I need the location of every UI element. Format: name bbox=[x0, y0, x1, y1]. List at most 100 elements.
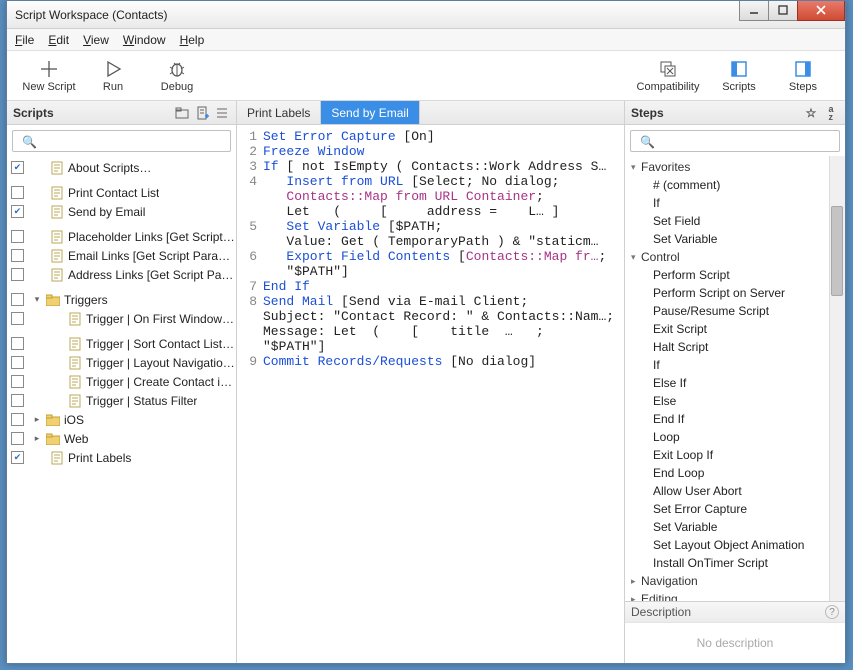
new-folder-icon[interactable] bbox=[174, 105, 190, 121]
close-button[interactable] bbox=[797, 1, 845, 21]
editor-line[interactable]: Message: Let ( [ title … ; bbox=[237, 324, 624, 339]
editor-line[interactable]: 9Commit Records/Requests [No dialog] bbox=[237, 354, 624, 369]
compatibility-button[interactable]: Compatibility bbox=[629, 59, 707, 93]
editor-line[interactable]: Let ( [ address = L… ] bbox=[237, 204, 624, 219]
visibility-checkbox[interactable] bbox=[11, 268, 24, 281]
step-item[interactable]: Set Field bbox=[625, 212, 845, 230]
menu-file[interactable]: File bbox=[15, 33, 34, 47]
visibility-checkbox[interactable] bbox=[11, 312, 24, 325]
step-item[interactable]: # (comment) bbox=[625, 176, 845, 194]
menu-view[interactable]: View bbox=[83, 33, 109, 47]
step-item[interactable]: End If bbox=[625, 410, 845, 428]
editor-line[interactable]: Contacts::Map from URL Container; bbox=[237, 189, 624, 204]
menu-window[interactable]: Window bbox=[123, 33, 166, 47]
new-script-icon[interactable] bbox=[194, 105, 210, 121]
folder-row[interactable]: ▸iOS bbox=[7, 410, 236, 429]
visibility-checkbox[interactable] bbox=[11, 230, 24, 243]
run-button[interactable]: Run bbox=[81, 59, 145, 93]
script-row[interactable]: Trigger | Status Filter bbox=[7, 391, 236, 410]
folder-row[interactable]: ▾Triggers bbox=[7, 290, 236, 309]
scripts-toggle-button[interactable]: Scripts bbox=[707, 59, 771, 93]
steps-toggle-button[interactable]: Steps bbox=[771, 59, 835, 93]
step-item[interactable]: Set Variable bbox=[625, 518, 845, 536]
editor-line[interactable]: 7End If bbox=[237, 279, 624, 294]
steps-list[interactable]: ▾Favorites# (comment)IfSet FieldSet Vari… bbox=[625, 156, 845, 601]
script-row[interactable]: Trigger | Layout Navigatio… bbox=[7, 353, 236, 372]
editor-line[interactable]: 8Send Mail [Send via E-mail Client; bbox=[237, 294, 624, 309]
step-group-header[interactable]: ▸Navigation bbox=[625, 572, 845, 590]
help-icon[interactable]: ? bbox=[825, 605, 839, 619]
visibility-checkbox[interactable] bbox=[11, 186, 24, 199]
step-item[interactable]: Set Layout Object Animation bbox=[625, 536, 845, 554]
script-row[interactable]: Placeholder Links [Get Script P… bbox=[7, 227, 236, 246]
favorite-star-icon[interactable]: ☆ bbox=[803, 105, 819, 121]
step-item[interactable]: Else bbox=[625, 392, 845, 410]
step-group-header[interactable]: ▸Editing bbox=[625, 590, 845, 601]
script-row[interactable]: Print Contact List bbox=[7, 183, 236, 202]
editor-line[interactable]: 1Set Error Capture [On] bbox=[237, 129, 624, 144]
new-script-button[interactable]: New Script bbox=[17, 59, 81, 93]
script-editor[interactable]: 1Set Error Capture [On]2Freeze Window3If… bbox=[237, 125, 624, 663]
minimize-button[interactable] bbox=[739, 1, 769, 21]
visibility-checkbox[interactable] bbox=[11, 161, 24, 174]
visibility-checkbox[interactable] bbox=[11, 375, 24, 388]
script-row[interactable]: Address Links [Get Script Para… bbox=[7, 265, 236, 284]
steps-search-input[interactable] bbox=[630, 130, 840, 152]
editor-line[interactable]: 5 Set Variable [$PATH; bbox=[237, 219, 624, 234]
editor-line[interactable]: 3If [ not IsEmpty ( Contacts::Work Addre… bbox=[237, 159, 624, 174]
debug-button[interactable]: Debug bbox=[145, 59, 209, 93]
list-view-icon[interactable] bbox=[214, 105, 230, 121]
sort-az-icon[interactable]: az bbox=[823, 105, 839, 121]
step-item[interactable]: Install OnTimer Script bbox=[625, 554, 845, 572]
editor-line[interactable]: "$PATH"] bbox=[237, 264, 624, 279]
folder-row[interactable]: ▸Web bbox=[7, 429, 236, 448]
menu-edit[interactable]: Edit bbox=[48, 33, 69, 47]
scripts-tree[interactable]: About Scripts…Print Contact ListSend by … bbox=[7, 156, 236, 663]
step-item[interactable]: Set Variable bbox=[625, 230, 845, 248]
step-item[interactable]: End Loop bbox=[625, 464, 845, 482]
step-item[interactable]: Pause/Resume Script bbox=[625, 302, 845, 320]
step-item[interactable]: Set Error Capture bbox=[625, 500, 845, 518]
editor-line[interactable]: 2Freeze Window bbox=[237, 144, 624, 159]
scripts-search-input[interactable] bbox=[12, 130, 231, 152]
visibility-checkbox[interactable] bbox=[11, 249, 24, 262]
step-item[interactable]: Exit Script bbox=[625, 320, 845, 338]
tab-print-labels[interactable]: Print Labels bbox=[237, 101, 321, 124]
step-item[interactable]: Allow User Abort bbox=[625, 482, 845, 500]
expand-triangle-icon[interactable]: ▾ bbox=[32, 294, 42, 305]
scrollbar-track[interactable] bbox=[829, 156, 845, 601]
script-row[interactable]: About Scripts… bbox=[7, 158, 236, 177]
visibility-checkbox[interactable] bbox=[11, 394, 24, 407]
expand-triangle-icon[interactable]: ▸ bbox=[32, 414, 42, 425]
tab-send-by-email[interactable]: Send by Email bbox=[321, 101, 419, 124]
visibility-checkbox[interactable] bbox=[11, 432, 24, 445]
visibility-checkbox[interactable] bbox=[11, 356, 24, 369]
visibility-checkbox[interactable] bbox=[11, 337, 24, 350]
editor-line[interactable]: "$PATH"] bbox=[237, 339, 624, 354]
step-group-header[interactable]: ▾Control bbox=[625, 248, 845, 266]
maximize-button[interactable] bbox=[768, 1, 798, 21]
visibility-checkbox[interactable] bbox=[11, 413, 24, 426]
editor-line[interactable]: Subject: "Contact Record: " & Contacts::… bbox=[237, 309, 624, 324]
step-item[interactable]: If bbox=[625, 356, 845, 374]
script-row[interactable]: Email Links [Get Script Paramet… bbox=[7, 246, 236, 265]
step-item[interactable]: Exit Loop If bbox=[625, 446, 845, 464]
step-item[interactable]: Loop bbox=[625, 428, 845, 446]
script-row[interactable]: Trigger | Create Contact in… bbox=[7, 372, 236, 391]
visibility-checkbox[interactable] bbox=[11, 451, 24, 464]
visibility-checkbox[interactable] bbox=[11, 293, 24, 306]
editor-line[interactable]: Value: Get ( TemporaryPath ) & "staticm… bbox=[237, 234, 624, 249]
script-row[interactable]: Trigger | On First Window… bbox=[7, 309, 236, 328]
editor-line[interactable]: 6 Export Field Contents [Contacts::Map f… bbox=[237, 249, 624, 264]
expand-triangle-icon[interactable]: ▸ bbox=[32, 433, 42, 444]
step-group-header[interactable]: ▾Favorites bbox=[625, 158, 845, 176]
editor-line[interactable]: 4 Insert from URL [Select; No dialog; bbox=[237, 174, 624, 189]
step-item[interactable]: Perform Script on Server bbox=[625, 284, 845, 302]
step-item[interactable]: Perform Script bbox=[625, 266, 845, 284]
step-item[interactable]: Halt Script bbox=[625, 338, 845, 356]
script-row[interactable]: Print Labels bbox=[7, 448, 236, 467]
menu-help[interactable]: Help bbox=[180, 33, 205, 47]
visibility-checkbox[interactable] bbox=[11, 205, 24, 218]
step-item[interactable]: Else If bbox=[625, 374, 845, 392]
script-row[interactable]: Trigger | Sort Contact List [… bbox=[7, 334, 236, 353]
